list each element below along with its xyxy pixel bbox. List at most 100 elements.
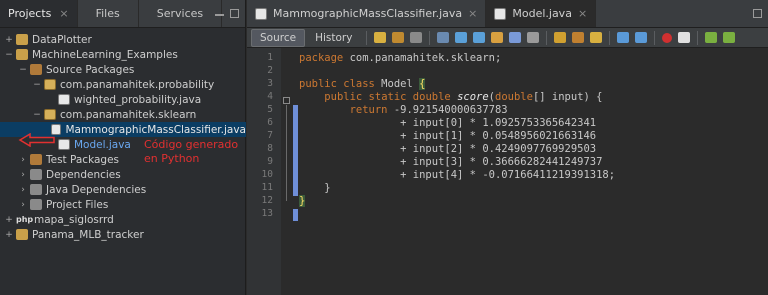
tree-item-mapa-siglosrrd[interactable]: + php mapa_siglosrrd [4,212,114,227]
history-button[interactable]: History [307,30,360,46]
code-line-3: public class Model { [299,78,426,90]
changed-lines-marker [293,105,298,196]
line-number: 4 [267,91,273,102]
panel-window-controls [215,9,239,18]
tree-item-java-dependencies[interactable]: › Java Dependencies [18,182,146,197]
tree-item-dependencies[interactable]: › Dependencies [18,167,121,182]
next-bookmark-icon[interactable] [572,32,585,43]
tree-item-label: mapa_siglosrrd [34,213,114,226]
tab-services[interactable]: Services [139,0,223,27]
close-icon[interactable]: × [578,7,587,20]
line-number: 3 [267,78,273,89]
tree-item-dataplotter[interactable]: + DataPlotter [4,32,92,47]
tree-item-machinelearning-examples[interactable]: − MachineLearning_Examples [4,47,178,62]
source-button[interactable]: Source [251,28,306,47]
tab-label: Model.java [512,7,572,20]
changed-lines-marker [293,209,298,221]
comment-icon[interactable] [705,32,718,43]
uncomment-icon[interactable] [723,32,736,43]
maximize-icon[interactable] [230,9,239,18]
maximize-icon[interactable] [753,9,762,18]
find-icon[interactable] [437,32,450,43]
stop-macro-icon[interactable] [678,32,691,43]
collapse-icon[interactable]: − [32,80,42,90]
tab-model-java[interactable]: Model.java × [486,0,597,27]
editor-window-controls [753,9,762,18]
tree-item-label: com.panamahitek.probability [60,78,215,91]
library-icon [30,169,42,180]
line-number: 1 [267,52,273,63]
tab-files[interactable]: Files [78,0,139,27]
expand-icon[interactable]: › [18,185,28,195]
editor-toolbar: Source History [247,28,768,48]
editor-file-tabs: MammographicMassClassifier.java × Model.… [247,0,768,28]
previous-bookmark-icon[interactable] [554,32,567,43]
projects-panel: Projects × Files Services + DataPlotter … [0,0,246,295]
java-file-icon [58,94,70,105]
forward-icon[interactable] [410,32,423,43]
tree-item-package-probability[interactable]: − com.panamahitek.probability [32,77,214,92]
back-icon[interactable] [392,32,405,43]
line-number: 10 [261,169,273,180]
expand-icon[interactable]: › [18,155,28,165]
record-macro-icon[interactable] [662,32,673,43]
package-icon [44,109,56,120]
line-number: 12 [261,195,273,206]
tree-item-test-packages[interactable]: › Test Packages [18,152,119,167]
package-icon [44,79,56,90]
annotation-note: Código generado en Python [144,138,239,165]
code-line-7: + input[1] * 0.0548956021663146 [299,130,597,142]
toolbar-separator [429,30,431,45]
expand-icon[interactable]: + [4,215,14,225]
code-line-8: + input[2] * 0.4249097769929503 [299,143,597,155]
code-line-4: public static double score(double[] inpu… [324,91,603,103]
tab-projects[interactable]: Projects × [0,0,78,27]
minimize-icon[interactable] [215,9,224,16]
last-edit-icon[interactable] [374,32,387,43]
tree-item-label: Java Dependencies [46,183,147,196]
line-number: 11 [261,182,273,193]
find-previous-icon[interactable] [455,32,468,43]
tree-item-label: Panama_MLB_tracker [32,228,144,241]
fold-collapse-icon[interactable] [283,97,290,104]
expand-icon[interactable]: + [4,35,14,45]
expand-icon[interactable]: › [18,200,28,210]
code-line-5: return -9.921540000637783 [349,104,508,116]
code-line-6: + input[0] * 1.0925753365642341 [299,117,597,129]
tree-item-source-packages[interactable]: − Source Packages [18,62,134,77]
library-icon [30,184,42,195]
tree-item-model-java[interactable]: Model.java [56,137,131,152]
shift-left-icon[interactable] [527,32,540,43]
line-number: 7 [267,130,273,141]
tab-label: Services [156,7,204,20]
code-line-12: } [299,195,306,207]
tree-item-wighted-probability[interactable]: wighted_probability.java [56,92,201,107]
tree-item-package-sklearn[interactable]: − com.panamahitek.sklearn [32,107,196,122]
tree-item-label: Test Packages [46,153,120,166]
collapse-icon[interactable]: − [18,65,28,75]
shift-line-left-icon[interactable] [617,32,630,43]
toggle-search-icon[interactable] [509,32,522,43]
project-icon [16,229,28,240]
close-icon[interactable]: × [468,7,477,20]
line-number: 5 [267,104,273,115]
tree-item-project-files[interactable]: › Project Files [18,197,108,212]
tab-mammographic-mass-classifier[interactable]: MammographicMassClassifier.java × [247,0,487,27]
toggle-highlight-icon[interactable] [491,32,504,43]
shift-line-right-icon[interactable] [635,32,648,43]
collapse-icon[interactable]: − [32,110,42,120]
code-editor[interactable]: 1 2 3 4 5 6 7 8 9 10 11 12 13 package co… [247,48,768,295]
project-icon [16,49,28,60]
toolbar-separator [546,30,548,45]
expand-icon[interactable]: + [4,230,14,240]
toggle-bookmark-icon[interactable] [590,32,603,43]
tree-item-panama-mlb-tracker[interactable]: + Panama_MLB_tracker [4,227,144,242]
expand-icon[interactable]: › [18,170,28,180]
collapse-icon[interactable]: − [4,50,14,60]
close-icon[interactable]: × [59,7,68,20]
java-file-icon [58,139,70,150]
find-next-icon[interactable] [473,32,486,43]
project-icon [16,34,28,45]
tab-label: Files [95,7,120,20]
line-number: 2 [267,65,273,76]
